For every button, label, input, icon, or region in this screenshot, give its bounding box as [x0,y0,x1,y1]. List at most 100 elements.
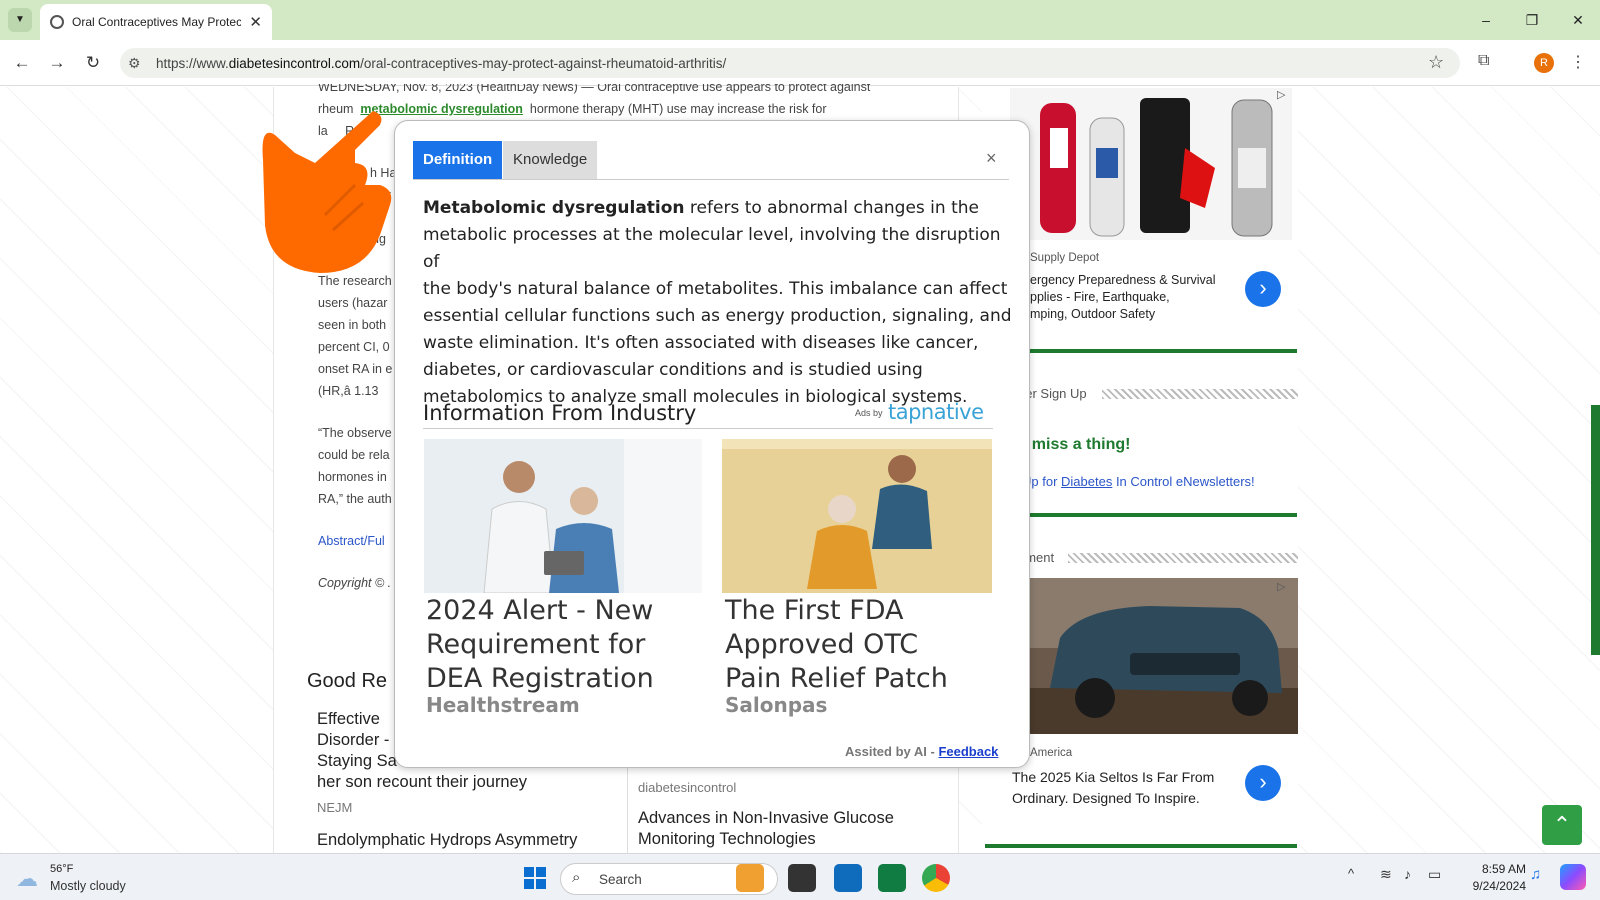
abstract-link[interactable]: Abstract/Ful [318,534,385,548]
ad-card-title[interactable]: 2024 Alert - New Requirement for DEA Reg… [426,594,654,696]
doctor-nurse-ad-image[interactable] [424,439,702,594]
good-reads-heading: Good Re [307,670,388,692]
definition-line: metabolic processes at the molecular lev… [423,225,1001,272]
clock-time: 8:59 AM [1481,862,1526,876]
fire-extinguisher-ad-image[interactable] [1010,88,1292,240]
menu-kebab-icon[interactable]: ⋮ [1570,52,1586,72]
divider [423,428,993,429]
definition-line: waste elimination. It's often associated… [423,333,979,353]
article-text: (HR,â 1.13 [318,384,379,398]
tapnative-logo[interactable]: tapnative [888,400,984,424]
ad-text[interactable]: ergency Preparedness & Survival [1030,272,1216,289]
definition-text: Metabolomic dysregulation refers to abno… [423,195,1013,411]
url-prefix: https://www. [156,55,229,71]
good-read-link[interactable]: Effective [317,710,380,729]
article-text: RA,” the auth [318,492,392,506]
chevron-right-icon[interactable]: › [1245,271,1281,307]
tab-search-button[interactable]: ▼ [8,8,32,32]
adchoices-icon[interactable]: ▷ [1277,580,1285,593]
copyright-text: Copyright © . [318,576,392,590]
definition-line: refers to abnormal changes in the [684,198,979,218]
heading-hatch [1102,389,1298,399]
newsletter-link[interactable]: Diabetes [1061,474,1112,489]
ad-card-source: Salonpas [725,693,828,717]
weather-desc[interactable]: Mostly cloudy [50,879,126,893]
window-close-button[interactable]: ✕ [1566,8,1590,32]
close-icon[interactable]: × [986,148,997,169]
scroll-to-top-button[interactable]: ⌃ [1542,805,1582,845]
kia-seltos-ad-image[interactable] [1010,578,1298,734]
clock-date: 9/24/2024 [1472,879,1526,893]
good-read-source: NEJM [317,800,353,815]
ad-card-title[interactable]: The First FDA Approved OTC Pain Relief P… [725,594,948,696]
ad-text[interactable]: The 2025 Kia Seltos Is Far From [1012,767,1214,788]
site-info-icon[interactable]: ⚙ [128,55,141,72]
battery-icon[interactable]: ▭ [1428,866,1441,883]
bookmark-star-icon[interactable]: ☆ [1428,52,1444,73]
divider [985,844,1297,848]
chevron-right-icon[interactable]: › [1245,765,1281,801]
assisted-note: Assited by AI - Feedback [845,744,998,759]
ad-card-title-line: DEA Registration [426,663,654,694]
good-read-link[interactable]: her son recount their journey [317,773,527,792]
feedback-link[interactable]: Feedback [938,744,998,759]
definition-term: Metabolomic dysregulation [423,198,685,218]
reload-button[interactable]: ↻ [80,50,106,76]
article-text: users (hazar [318,296,388,310]
good-read-link[interactable]: Monitoring Technologies [638,830,816,849]
ad-source: America [1030,747,1073,759]
outlook-icon[interactable] [834,864,862,892]
good-read-link[interactable]: Advances in Non-Invasive Glucose [638,809,894,828]
article-text: onset RA in e [318,362,393,376]
speaker-icon[interactable]: ♪ [1404,866,1411,882]
profile-avatar[interactable]: R [1534,53,1554,73]
newsletter-text: Up for Diabetes In Control eNewsletters! [1022,474,1255,489]
ad-text[interactable]: Ordinary. Designed To Inspire. [1012,788,1200,809]
clock[interactable]: 8:59 AM 9/24/2024 [1462,861,1526,895]
back-button[interactable]: ← [9,50,35,76]
definition-line: the body's natural balance of metabolite… [423,279,1008,299]
assisted-text: Assited by AI - [845,744,939,759]
good-read-link[interactable]: Disorder - [317,731,389,750]
hand-pointer-icon [255,105,405,280]
scrollbar-thumb[interactable] [1591,405,1600,655]
url-path: /oral-contraceptives-may-protect-against… [360,55,727,71]
url-domain: diabetesincontrol.com [228,55,361,71]
adchoices-icon[interactable]: ▷ [1277,88,1285,101]
restore-button[interactable]: ❐ [1520,8,1544,32]
extensions-icon[interactable]: ⧉ [1478,52,1489,70]
minimize-button[interactable]: – [1474,8,1498,32]
bell-icon[interactable]: ♫ [1530,866,1541,883]
forward-button[interactable]: → [44,50,70,76]
weather-temp[interactable]: 56°F [50,863,73,875]
ad-card-title-line: 2024 Alert - New [426,595,654,626]
chrome-icon[interactable] [922,864,950,892]
wifi-icon[interactable]: ≋ [1380,866,1392,883]
tab-knowledge[interactable]: Knowledge [503,141,598,179]
briefcase-icon[interactable] [736,864,764,892]
copilot-icon[interactable] [1560,864,1586,890]
tab-close-icon[interactable]: ✕ [249,13,262,31]
search-icon: ⌕ [572,869,581,886]
tab-title: Oral Contraceptives May Protec [72,15,242,29]
good-read-link[interactable]: Staying Sa [317,752,397,771]
article-text: could be rela [318,448,390,462]
tab-definition[interactable]: Definition [413,141,503,179]
address-bar[interactable]: https://www. diabetesincontrol.com/oral-c… [120,48,1460,78]
divider [627,765,628,855]
ad-card-title-line: Requirement for [426,629,646,660]
ads-by-label: Ads by [855,408,883,418]
caregiver-ad-image[interactable] [722,439,992,593]
ad-text[interactable]: pplies - Fire, Earthquake, [1030,289,1170,306]
newsletter-title: t miss a thing! [1022,436,1131,453]
good-read-source: diabetesincontrol [638,780,737,795]
definition-line: diabetes, or cardiovascular conditions a… [423,360,923,380]
good-read-link[interactable]: Endolymphatic Hydrops Asymmetry [317,831,577,850]
chevron-up-icon[interactable]: ^ [1348,866,1354,881]
windows-start-icon[interactable] [523,866,547,890]
ad-text[interactable]: mping, Outdoor Safety [1030,306,1155,323]
excel-icon[interactable] [878,864,906,892]
newsletter-post: In Control eNewsletters! [1112,474,1255,489]
file-explorer-icon[interactable] [788,864,816,892]
browser-tab[interactable]: Oral Contraceptives May Protec ✕ [40,4,272,40]
